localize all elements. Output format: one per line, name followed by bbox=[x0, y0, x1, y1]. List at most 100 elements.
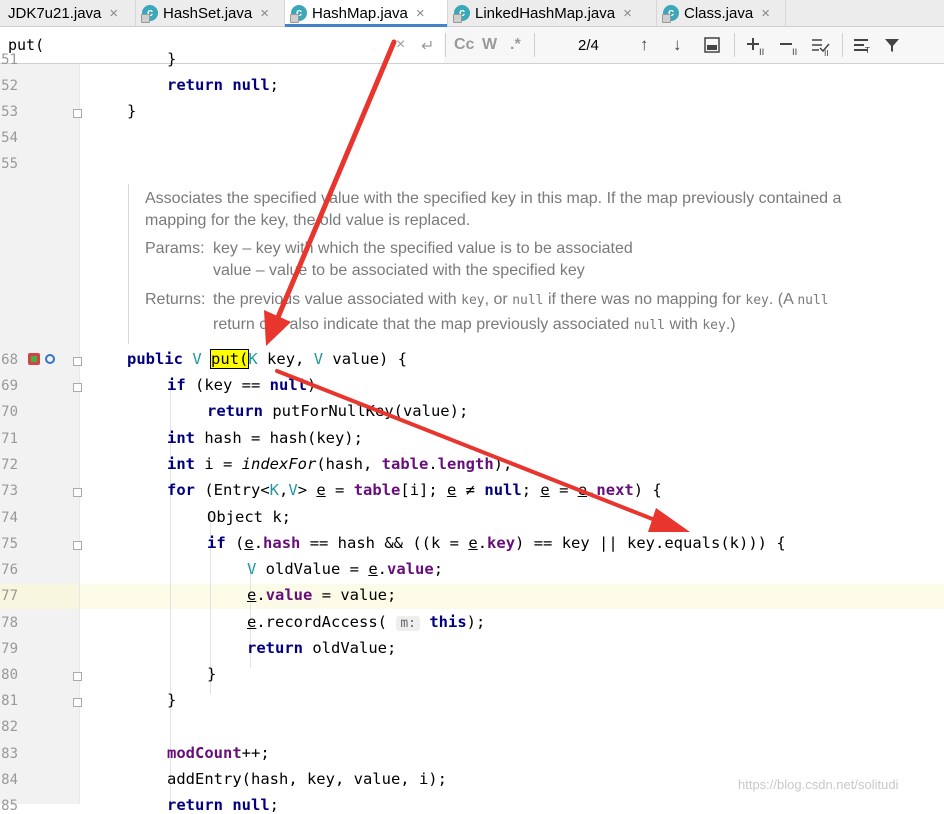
javadoc-description: Associates the specified value with the … bbox=[145, 190, 842, 207]
code-line: } bbox=[207, 665, 217, 683]
tab-linkedhashmap[interactable]: c LinkedHashMap.java × bbox=[448, 0, 657, 26]
line-number: 76 bbox=[1, 562, 18, 578]
line-number: 51 bbox=[1, 52, 18, 68]
new-line-icon[interactable]: ↵ bbox=[421, 36, 434, 56]
separator bbox=[445, 33, 446, 57]
code-line: if (e.hash == hash && ((k = e.key) == ke… bbox=[207, 534, 786, 552]
search-input[interactable] bbox=[0, 27, 444, 63]
line-number: 72 bbox=[1, 457, 18, 473]
javadoc-description: mapping for the key, the old value is re… bbox=[145, 212, 471, 229]
previous-occurrence-icon[interactable]: ↑ bbox=[640, 35, 649, 55]
words-toggle[interactable]: W bbox=[482, 36, 497, 54]
class-icon: c bbox=[141, 5, 158, 23]
line-number: 79 bbox=[1, 641, 18, 657]
line-number: 52 bbox=[1, 78, 18, 94]
line-number: 75 bbox=[1, 536, 18, 552]
code-line: for (Entry<K,V> e = table[i]; e ≠ null; … bbox=[167, 481, 662, 499]
fold-marker-icon[interactable] bbox=[73, 541, 82, 550]
line-number: 54 bbox=[1, 130, 18, 146]
javadoc-returns-label: Returns: bbox=[145, 291, 206, 308]
regex-toggle[interactable]: .* bbox=[510, 36, 521, 54]
clear-search-icon[interactable]: × bbox=[396, 36, 405, 54]
tab-label: HashSet.java bbox=[163, 4, 253, 22]
close-icon[interactable]: × bbox=[416, 5, 425, 22]
code-line: V oldValue = e.value; bbox=[247, 560, 444, 578]
svg-text:II: II bbox=[792, 48, 797, 56]
code-line: } bbox=[167, 50, 177, 68]
line-number: 78 bbox=[1, 615, 18, 631]
close-icon[interactable]: × bbox=[761, 5, 770, 22]
code-line: return null; bbox=[167, 76, 279, 94]
code-line: } bbox=[127, 102, 137, 120]
javadoc-block: Associates the specified value with the … bbox=[128, 184, 909, 344]
filter-options-icon[interactable]: T bbox=[853, 37, 873, 58]
code-line: e.value = value; bbox=[247, 586, 397, 604]
line-number: 74 bbox=[1, 510, 18, 526]
tab-label: LinkedHashMap.java bbox=[475, 4, 616, 22]
close-icon[interactable]: × bbox=[623, 5, 632, 22]
implementation-gutter-icon[interactable] bbox=[45, 354, 55, 364]
class-icon: c bbox=[662, 5, 679, 23]
code-line: public V put(K key, V value) { bbox=[127, 349, 408, 369]
code-line: e.recordAccess( m: this); bbox=[247, 613, 486, 631]
class-icon: c bbox=[453, 5, 470, 23]
code-line: return oldValue; bbox=[247, 639, 397, 657]
line-number: 55 bbox=[1, 156, 18, 172]
code-line: } bbox=[167, 691, 177, 709]
line-number: 73 bbox=[1, 483, 18, 499]
line-number: 81 bbox=[1, 693, 18, 709]
line-number: 84 bbox=[1, 772, 18, 788]
watermark: https://blog.csdn.net/solitudi bbox=[738, 777, 899, 792]
fold-marker-icon[interactable] bbox=[73, 698, 82, 707]
gutter-divider bbox=[79, 64, 80, 804]
code-line: Object k; bbox=[207, 508, 291, 526]
fold-marker-icon[interactable] bbox=[73, 672, 82, 681]
line-number: 83 bbox=[1, 746, 18, 762]
tab-class[interactable]: c Class.java × bbox=[657, 0, 786, 26]
tab-hashset[interactable]: c HashSet.java × bbox=[136, 0, 285, 26]
code-line: int hash = hash(key); bbox=[167, 429, 363, 447]
line-number: 77 bbox=[1, 588, 18, 604]
line-number: 71 bbox=[1, 431, 18, 447]
javadoc-returns: return can also indicate that the map pr… bbox=[213, 316, 736, 333]
fold-marker-icon[interactable] bbox=[73, 488, 82, 497]
add-occurrence-icon[interactable]: II bbox=[745, 36, 769, 61]
line-number: 82 bbox=[1, 719, 18, 735]
remove-occurrence-icon[interactable]: II bbox=[778, 36, 802, 61]
line-number: 53 bbox=[1, 104, 18, 120]
find-bar: × ↵ Cc W .* 2/4 ↑ ↓ II II II T bbox=[0, 27, 944, 64]
search-match-highlight: put( bbox=[210, 349, 250, 369]
line-number: 80 bbox=[1, 667, 18, 683]
code-line: return null; bbox=[167, 796, 279, 814]
code-line: modCount++; bbox=[167, 744, 270, 762]
svg-text:II: II bbox=[759, 48, 764, 56]
code-editor[interactable]: 51 52 53 54 55 68 69 70 71 72 73 74 75 7… bbox=[0, 50, 944, 814]
tab-hashmap[interactable]: c HashMap.java × bbox=[285, 0, 448, 27]
separator bbox=[842, 33, 843, 57]
filter-icon[interactable] bbox=[884, 37, 900, 58]
fold-marker-icon[interactable] bbox=[73, 109, 82, 118]
match-count: 2/4 bbox=[578, 37, 599, 54]
override-gutter-icon[interactable] bbox=[28, 353, 40, 365]
select-all-icon[interactable] bbox=[704, 37, 720, 58]
select-all-occurrences-icon[interactable]: II bbox=[810, 36, 834, 61]
javadoc-returns: the previous value associated with key, … bbox=[213, 291, 829, 308]
match-case-toggle[interactable]: Cc bbox=[454, 36, 474, 54]
fold-marker-icon[interactable] bbox=[73, 383, 82, 392]
code-line: int i = indexFor(hash, table.length); bbox=[167, 455, 513, 473]
next-occurrence-icon[interactable]: ↓ bbox=[673, 35, 682, 55]
line-number: 70 bbox=[1, 404, 18, 420]
tab-jdk7u21[interactable]: JDK7u21.java × bbox=[0, 0, 136, 26]
close-icon[interactable]: × bbox=[109, 5, 118, 22]
separator bbox=[534, 33, 535, 57]
fold-marker-icon[interactable] bbox=[73, 357, 82, 366]
close-icon[interactable]: × bbox=[260, 5, 269, 22]
tab-label: JDK7u21.java bbox=[8, 4, 102, 22]
javadoc-params-label: Params: bbox=[145, 240, 205, 257]
line-number: 68 bbox=[1, 352, 18, 368]
tab-label: HashMap.java bbox=[312, 4, 408, 22]
line-number: 85 bbox=[1, 798, 18, 814]
svg-text:II: II bbox=[824, 49, 829, 56]
javadoc-param: key – key with which the specified value… bbox=[213, 240, 633, 257]
separator bbox=[734, 33, 735, 57]
